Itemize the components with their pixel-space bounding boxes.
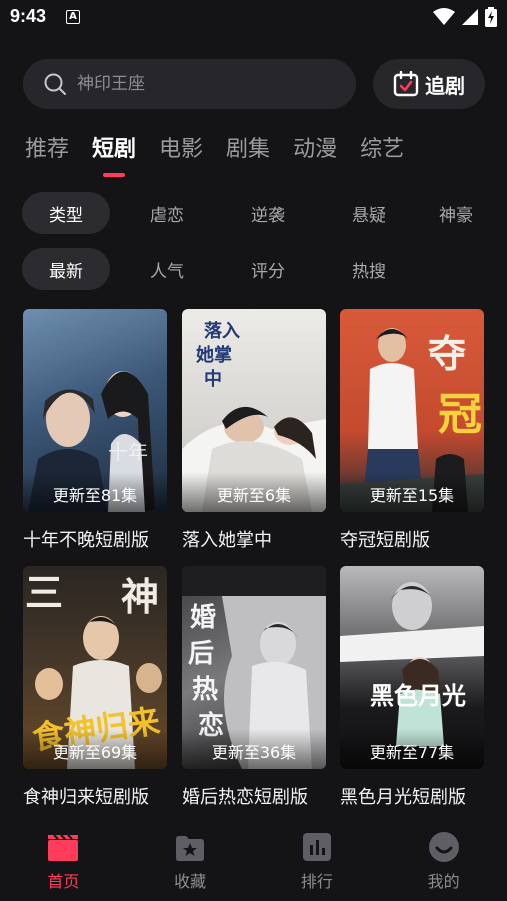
notification-icon: A: [66, 10, 80, 24]
search-box[interactable]: [23, 59, 356, 109]
drama-title: 婚后热恋短剧版: [182, 787, 308, 808]
drama-card[interactable]: 三 神 食神归来 更新至69集 食神归来短剧版: [23, 566, 167, 809]
drama-title: 落入她掌中: [182, 530, 272, 551]
episode-badge: 更新至6集: [182, 472, 326, 512]
signal-icon: [462, 9, 478, 25]
svg-text:婚: 婚: [190, 603, 216, 633]
poster-image: 三 神 食神归来 更新至69集: [23, 566, 167, 769]
tab-label: 电影: [159, 137, 204, 162]
sort-chip-trending[interactable]: 热搜: [325, 248, 413, 290]
episode-badge: 更新至15集: [340, 472, 484, 512]
calendar-check-icon: [393, 71, 419, 97]
svg-text:落入: 落入: [204, 321, 240, 342]
tab-indicator: [103, 173, 126, 177]
drama-card[interactable]: 落入 她掌 中 更新至6集 落入她掌中: [182, 309, 326, 552]
nav-label: 首页: [47, 872, 80, 891]
poster-image: 十年 更新至81集: [23, 309, 167, 512]
tab-movies[interactable]: 电影: [159, 131, 203, 177]
sort-filter-row: 最新 人气 评分 热搜: [22, 248, 426, 290]
poster-image: 婚 后 热 恋 更新至36集: [182, 566, 326, 769]
nav-label: 排行: [300, 872, 333, 891]
tab-short-drama[interactable]: 短剧: [92, 131, 136, 177]
poster-image: 夺 冠 更新至15集: [340, 309, 484, 512]
svg-text:中: 中: [204, 368, 222, 390]
episode-badge: 更新至77集: [340, 729, 484, 769]
episode-badge: 更新至81集: [23, 472, 167, 512]
drama-title: 食神归来短剧版: [23, 787, 149, 808]
svg-text:冠: 冠: [438, 389, 482, 440]
follow-drama-label: 追剧: [425, 73, 465, 98]
tab-variety[interactable]: 综艺: [360, 131, 404, 177]
tab-label: 综艺: [360, 137, 405, 162]
svg-text:神: 神: [121, 574, 159, 619]
poster-image: 黑色月光 更新至77集: [340, 566, 484, 769]
drama-title: 十年不晚短剧版: [23, 530, 149, 551]
sort-chip-latest[interactable]: 最新: [22, 248, 110, 290]
nav-profile[interactable]: 我的: [380, 825, 507, 901]
tab-anime[interactable]: 动漫: [293, 131, 337, 177]
drama-card[interactable]: 黑色月光 更新至77集 黑色月光短剧版: [340, 566, 484, 809]
status-time: 9:43: [10, 6, 47, 26]
battery-icon: [485, 7, 497, 27]
svg-text:三: 三: [25, 570, 63, 615]
nav-home[interactable]: 首页: [0, 825, 127, 901]
tab-label: 剧集: [226, 137, 271, 162]
sort-chip-popular[interactable]: 人气: [123, 248, 211, 290]
svg-text:她掌: 她掌: [196, 344, 232, 366]
genre-filter-row: 类型 虐恋 逆袭 悬疑 神豪: [22, 192, 486, 234]
svg-text:十年: 十年: [108, 440, 148, 464]
svg-text:热: 热: [192, 675, 218, 705]
filter-chip-comeback[interactable]: 逆袭: [224, 192, 312, 234]
filter-chip-abuse-romance[interactable]: 虐恋: [123, 192, 211, 234]
status-icons: [433, 7, 497, 27]
drama-card[interactable]: 夺 冠 更新至15集 夺冠短剧版: [340, 309, 484, 552]
episode-badge: 更新至69集: [23, 729, 167, 769]
folder-star-icon: [176, 836, 205, 861]
nav-label: 收藏: [174, 872, 207, 891]
drama-title: 黑色月光短剧版: [340, 787, 466, 808]
poster-image: 落入 她掌 中 更新至6集: [182, 309, 326, 512]
tab-label: 动漫: [293, 137, 338, 162]
nav-label: 我的: [427, 872, 460, 891]
search-input[interactable]: [77, 74, 317, 94]
tab-label: 短剧: [92, 137, 137, 162]
tab-label: 推荐: [25, 137, 70, 162]
filter-chip-tycoon[interactable]: 神豪: [426, 192, 486, 234]
sort-chip-rating[interactable]: 评分: [224, 248, 312, 290]
svg-text:后: 后: [188, 639, 214, 669]
smile-face-icon: [428, 832, 459, 862]
nav-favorites[interactable]: 收藏: [127, 825, 254, 901]
status-bar: 9:43 A: [0, 0, 507, 34]
clapperboard-icon: [48, 834, 79, 861]
category-tabs: 推荐 短剧 电影 剧集 动漫 综艺: [25, 131, 427, 177]
tab-series[interactable]: 剧集: [226, 131, 270, 177]
chart-icon: [302, 833, 331, 861]
follow-drama-button[interactable]: 追剧: [373, 59, 485, 109]
wifi-icon: [433, 8, 455, 25]
tab-recommend[interactable]: 推荐: [25, 131, 69, 177]
bottom-navigation: 首页 收藏 排行 我的: [0, 825, 507, 901]
search-icon: [44, 73, 66, 95]
drama-card[interactable]: 十年 更新至81集 十年不晚短剧版: [23, 309, 167, 552]
nav-ranking[interactable]: 排行: [254, 825, 381, 901]
filter-chip-type[interactable]: 类型: [22, 192, 110, 234]
episode-badge: 更新至36集: [182, 729, 326, 769]
svg-text:夺: 夺: [428, 331, 466, 376]
drama-title: 夺冠短剧版: [340, 530, 430, 551]
svg-text:黑色月光: 黑色月光: [370, 681, 466, 710]
drama-card[interactable]: 婚 后 热 恋 更新至36集 婚后热恋短剧版: [182, 566, 326, 809]
filter-chip-suspense[interactable]: 悬疑: [325, 192, 413, 234]
